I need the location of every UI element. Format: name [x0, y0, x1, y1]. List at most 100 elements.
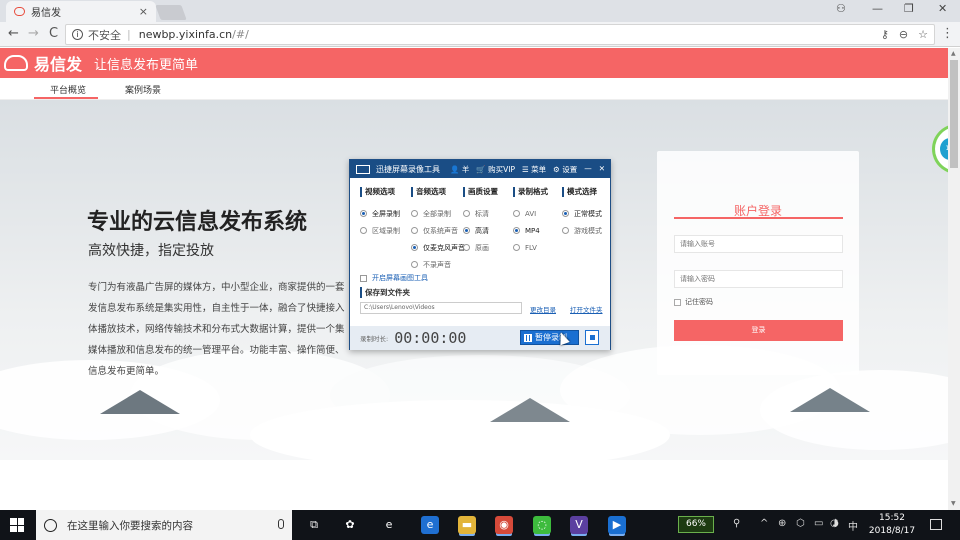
radio-icon: [411, 244, 418, 251]
radio-flv[interactable]: FLV: [513, 239, 568, 256]
scroll-up-icon[interactable]: ▲: [951, 50, 956, 57]
stop-button[interactable]: [585, 330, 599, 345]
close-window-button[interactable]: ✕: [938, 2, 947, 15]
quality-options-column: 画质设置 标清 高清 原画: [463, 187, 518, 256]
change-dir-link[interactable]: 更改目录: [530, 304, 556, 314]
user-account[interactable]: 👤 羊: [450, 164, 469, 175]
app-glyph: ◌: [537, 518, 547, 531]
scroll-down-icon[interactable]: ▼: [951, 500, 956, 507]
nav-item-cases[interactable]: 案例场景: [125, 83, 161, 96]
radio-icon: [463, 210, 470, 217]
tray-app-icon[interactable]: ⊕: [778, 518, 786, 529]
radio-mic-audio[interactable]: 仅麦克风声音: [411, 239, 466, 256]
radio-no-audio[interactable]: 不录声音: [411, 256, 466, 273]
radio-hd[interactable]: 高清: [463, 222, 518, 239]
new-tab-button[interactable]: [155, 5, 187, 20]
column-heading: 视频选项: [360, 187, 415, 197]
reload-button[interactable]: C: [49, 26, 58, 41]
radio-system-audio[interactable]: 仅系统声音: [411, 222, 466, 239]
option-label: 全屏录制: [372, 209, 400, 218]
tray-expand-icon[interactable]: ^: [760, 518, 768, 529]
radio-fullscreen[interactable]: 全屏录制: [360, 205, 415, 222]
maximize-button[interactable]: ❐: [904, 2, 914, 15]
radio-sd[interactable]: 标清: [463, 205, 518, 222]
buy-vip-button[interactable]: 🛒 购买VIP: [476, 164, 515, 175]
remember-label: 记住密码: [685, 298, 713, 306]
option-label: 仅系统声音: [423, 226, 458, 235]
save-path-field[interactable]: C:\Users\Lenovo\Videos: [360, 302, 522, 314]
recorder-settings-button[interactable]: ⚙ 设置: [553, 164, 577, 175]
battery-indicator[interactable]: 66%: [678, 516, 714, 533]
screen-recorder-icon[interactable]: ▶: [608, 516, 626, 534]
radio-all-audio[interactable]: 全部录制: [411, 205, 466, 222]
radio-icon: [360, 227, 367, 234]
address-bar[interactable]: i 不安全 | newbp.yixinfa.cn /#/ ⚷ ⊖ ☆: [65, 24, 935, 45]
ime-indicator[interactable]: 中: [848, 518, 858, 533]
pen-tool-checkbox[interactable]: [360, 274, 367, 282]
radio-icon: [562, 227, 569, 234]
pause-recording-button[interactable]: 暂停录制: [520, 330, 579, 345]
taskbar-search[interactable]: 在这里输入你要搜索的内容: [36, 510, 292, 540]
wechat-icon[interactable]: ◌: [533, 516, 551, 534]
radio-icon: [411, 261, 418, 268]
option-label: 原画: [475, 243, 489, 252]
recorder-menu-button[interactable]: ☰ 菜单: [522, 164, 546, 175]
clock-date: 2018/8/17: [868, 526, 916, 536]
bookmark-star-icon[interactable]: ☆: [918, 28, 928, 41]
browser-tab[interactable]: 易信发 ×: [6, 1, 156, 22]
forward-button[interactable]: →: [28, 26, 39, 41]
zoom-icon[interactable]: ⊖: [899, 28, 908, 41]
edge-icon[interactable]: e: [421, 516, 439, 534]
radio-region[interactable]: 区域录制: [360, 222, 415, 239]
info-icon[interactable]: i: [72, 29, 83, 40]
tab-close-icon[interactable]: ×: [139, 5, 148, 18]
task-view-icon[interactable]: ⧉: [305, 516, 323, 534]
file-explorer-icon[interactable]: ▬: [458, 516, 476, 534]
radio-game-mode[interactable]: 游戏模式: [562, 222, 617, 239]
scrollbar-thumb[interactable]: [950, 60, 958, 168]
page-scrollbar[interactable]: ▲ ▼: [948, 48, 960, 510]
minimize-button[interactable]: —: [872, 2, 883, 15]
url-host: newbp.yixinfa.cn: [138, 28, 233, 41]
volume-icon[interactable]: ♪: [832, 518, 838, 529]
recorder-minimize-button[interactable]: —: [584, 164, 592, 175]
password-input[interactable]: [674, 270, 843, 288]
hero-desc-line: 专门为有液晶广告屏的媒体方，中小型企业，商家提供的一套: [88, 282, 345, 293]
remember-checkbox[interactable]: [674, 298, 681, 306]
battery-icon[interactable]: ▭: [814, 518, 823, 529]
column-heading: 录制格式: [513, 187, 568, 197]
open-dir-link[interactable]: 打开文件夹: [570, 304, 603, 314]
microphone-icon[interactable]: [278, 519, 284, 529]
radio-original[interactable]: 原画: [463, 239, 518, 256]
nav-item-overview[interactable]: 平台概览: [50, 83, 86, 96]
tray-app-icon[interactable]: ⬡: [796, 518, 805, 529]
back-button[interactable]: ←: [8, 26, 19, 41]
windows-start-icon[interactable]: [10, 518, 24, 532]
radio-avi[interactable]: AVI: [513, 205, 568, 222]
tab-title: 易信发: [31, 8, 61, 19]
visual-studio-icon[interactable]: V: [570, 516, 588, 534]
pinwheel-app-icon[interactable]: ✿: [341, 516, 359, 534]
radio-icon: [562, 210, 569, 217]
system-clock[interactable]: 15:52 2018/8/17: [862, 512, 922, 538]
site-logo[interactable]: 易信发: [34, 51, 82, 75]
account-icon[interactable]: ⚇: [836, 2, 846, 15]
account-input[interactable]: [674, 235, 843, 253]
screen-recorder-dialog: 迅捷屏幕录像工具 👤 羊 🛒 购买VIP ☰ 菜单 ⚙ 设置 — ✕ 视频选项 …: [349, 159, 611, 350]
notification-center-icon[interactable]: [930, 519, 942, 530]
recorder-close-button[interactable]: ✕: [599, 164, 605, 175]
browser-menu-icon[interactable]: ⋮: [941, 26, 954, 41]
column-heading: 模式选择: [562, 187, 617, 197]
login-button[interactable]: 登录: [674, 320, 843, 341]
site-nav: 平台概览 案例场景: [0, 78, 948, 100]
ie-icon[interactable]: e: [380, 516, 398, 534]
people-icon[interactable]: ⚲: [733, 518, 740, 529]
pen-tool-toggle[interactable]: 开启屏幕画图工具: [360, 273, 428, 283]
app-glyph: ▬: [461, 518, 473, 531]
radio-normal-mode[interactable]: 正常模式: [562, 205, 617, 222]
radio-mp4[interactable]: MP4: [513, 222, 568, 239]
remember-password[interactable]: 记住密码: [674, 297, 713, 307]
divider: |: [127, 28, 131, 41]
chrome-icon[interactable]: ◉: [495, 516, 513, 534]
key-icon[interactable]: ⚷: [881, 28, 889, 41]
